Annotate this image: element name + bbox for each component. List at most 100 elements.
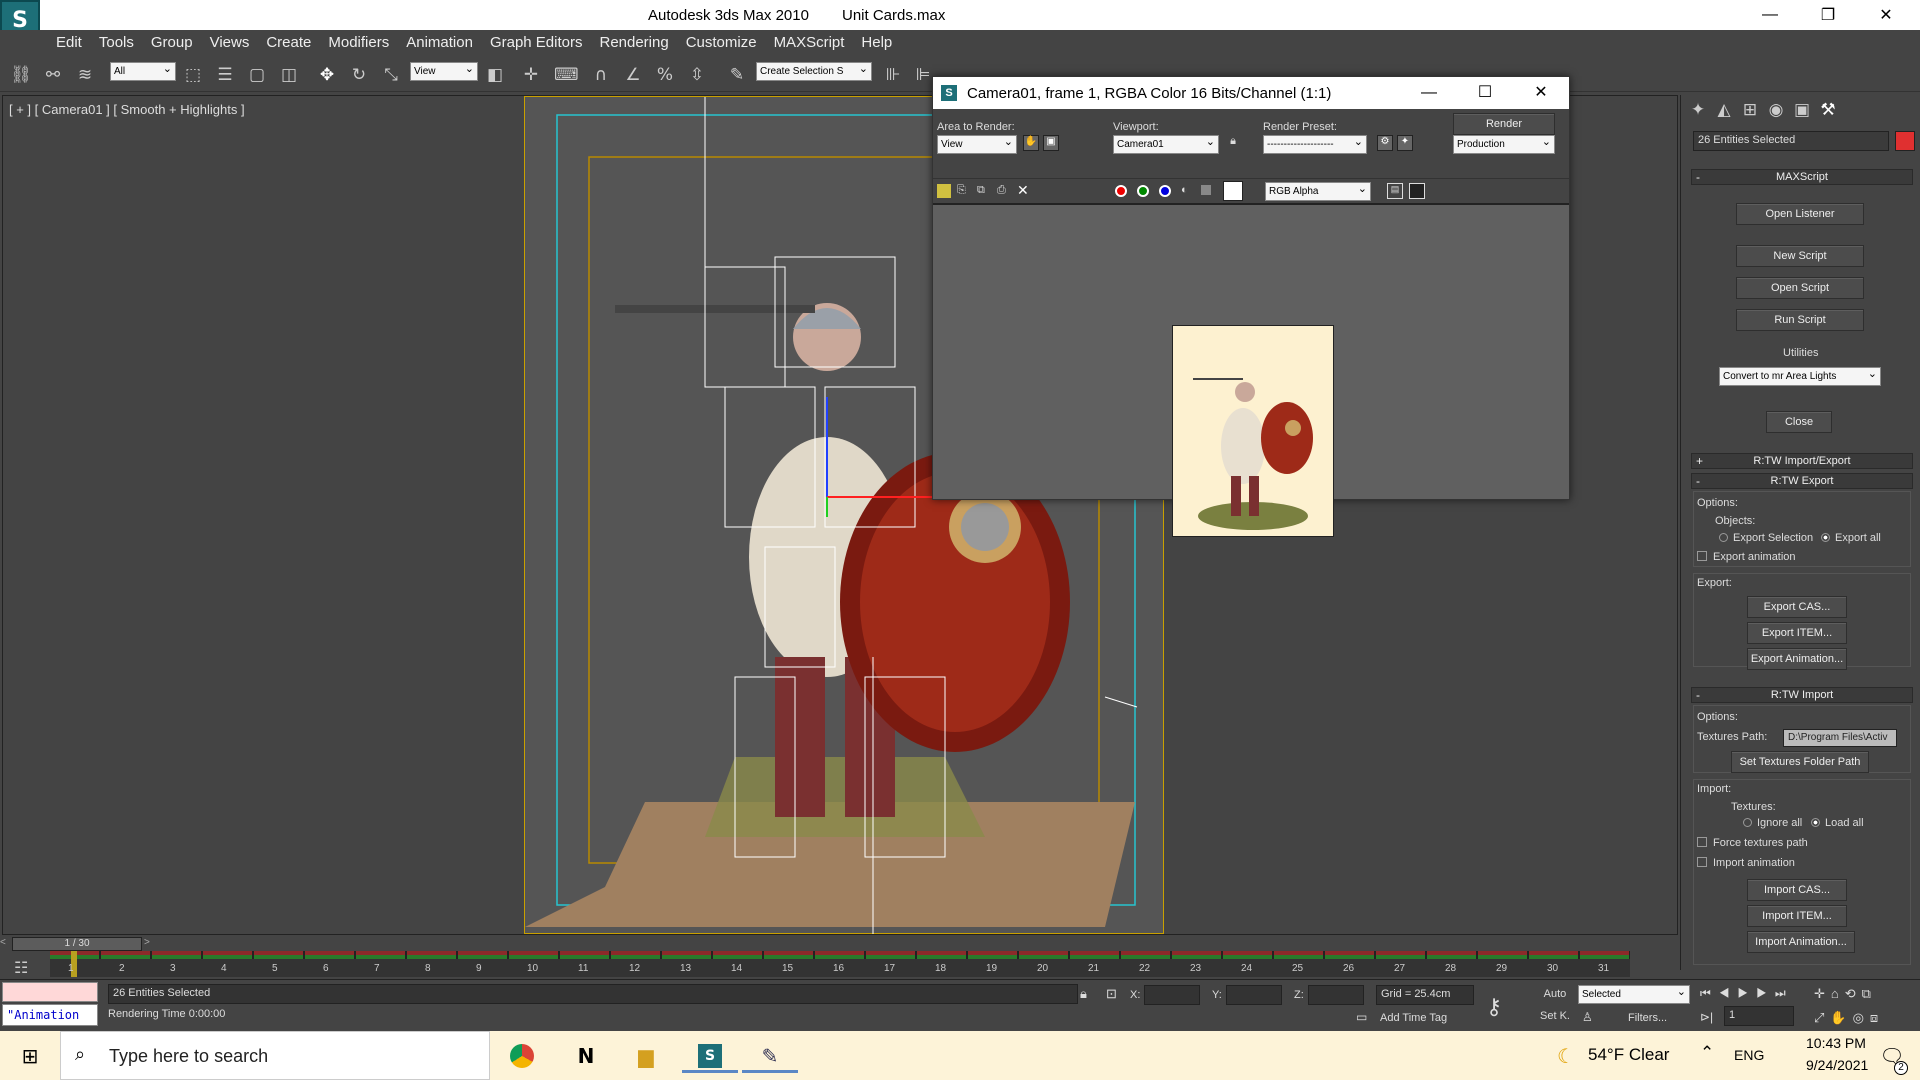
hierarchy-panel-icon[interactable]: ⊞ — [1739, 99, 1761, 121]
add-time-tag[interactable]: Add Time Tag — [1380, 1012, 1447, 1024]
time-tag-icon[interactable]: ▭ — [1356, 1010, 1367, 1024]
import-cas-button[interactable]: Import CAS... — [1747, 879, 1847, 901]
scale-icon[interactable]: ⤡ — [380, 64, 402, 86]
render-mode-dropdown[interactable]: Production — [1453, 135, 1555, 154]
rollout-rtw-import-export[interactable]: + R:TW Import/Export — [1691, 453, 1913, 469]
menu-create[interactable]: Create — [266, 30, 323, 56]
time-prev-icon[interactable]: < — [0, 937, 10, 951]
channel-display-dropdown[interactable]: RGB Alpha — [1265, 182, 1371, 201]
current-frame-field[interactable]: 1 — [1724, 1006, 1794, 1026]
import-item-button[interactable]: Import ITEM... — [1747, 905, 1847, 927]
utilities-panel-icon[interactable]: ⚒ — [1817, 99, 1839, 121]
area-to-render-dropdown[interactable]: View — [937, 135, 1017, 154]
snap-3d-icon[interactable]: ∩ — [590, 64, 612, 86]
render-setup-icon[interactable]: ⚙ — [1377, 135, 1393, 151]
percent-snap-icon[interactable]: % — [654, 64, 676, 86]
weather-text[interactable]: 54°F Clear — [1588, 1045, 1669, 1065]
menu-maxscript[interactable]: MAXScript — [774, 30, 857, 56]
key-mode-toggle-icon[interactable]: ⊳| — [1700, 1010, 1713, 1024]
open-listener-button[interactable]: Open Listener — [1736, 203, 1864, 225]
ref-coord-dropdown[interactable]: View — [410, 62, 478, 81]
track-bar[interactable]: 1 2 3 4 5 6 7 8 9 10 11 12 13 14 15 16 17 18 19 20 21 22 23 24 2… — [50, 951, 1630, 977]
red-channel-icon[interactable] — [1115, 185, 1127, 197]
restore-icon[interactable]: ❐ — [1800, 0, 1856, 30]
maxscript-listener-mini[interactable] — [2, 982, 98, 1002]
copy-image-icon[interactable]: ⎘ — [957, 184, 971, 198]
filters-button[interactable]: Filters... — [1628, 1012, 1667, 1024]
key-filter-dropdown[interactable]: Selected — [1578, 985, 1690, 1004]
export-all-radio[interactable]: Export all — [1821, 532, 1881, 544]
close-icon[interactable]: ✕ — [1858, 0, 1914, 30]
blue-channel-icon[interactable] — [1159, 185, 1171, 197]
run-script-button[interactable]: Run Script — [1736, 309, 1864, 331]
new-script-button[interactable]: New Script — [1736, 245, 1864, 267]
export-selection-radio[interactable]: Export Selection — [1719, 532, 1813, 544]
viewport-label[interactable]: [ + ] [ Camera01 ] [ Smooth + Highlights… — [9, 102, 245, 117]
x-coord-field[interactable] — [1144, 985, 1200, 1005]
minimize-icon[interactable]: — — [1401, 77, 1457, 109]
key-mode-icon[interactable]: ♙ — [1582, 1010, 1593, 1024]
edit-named-selection-icon[interactable]: ✎ — [726, 64, 748, 86]
open-script-button[interactable]: Open Script — [1736, 277, 1864, 299]
spinner-snap-icon[interactable]: ⇳ — [686, 64, 708, 86]
track-bar-toggle-icon[interactable]: ☷ — [14, 958, 34, 978]
load-all-radio[interactable]: Load all — [1811, 817, 1864, 829]
move-icon[interactable]: ✥ — [316, 64, 338, 86]
alpha-channel-icon[interactable]: ◐ — [1181, 184, 1193, 196]
viewport-nav-controls-2[interactable]: ⤢✋◎⧈ — [1814, 1010, 1884, 1026]
link-icon[interactable]: ⛓ — [10, 64, 32, 86]
display-panel-icon[interactable]: ▣ — [1791, 99, 1813, 121]
mirror-icon[interactable]: ⊪ — [882, 64, 904, 86]
object-color-swatch[interactable] — [1895, 131, 1915, 151]
selection-name-field[interactable]: 26 Entities Selected — [1693, 131, 1889, 151]
bind-space-warp-icon[interactable]: ≋ — [74, 64, 96, 86]
export-animation-button[interactable]: Export Animation... — [1747, 648, 1847, 670]
textures-path-field[interactable]: D:\Program Files\Activ — [1783, 729, 1897, 747]
select-object-icon[interactable]: ⬚ — [182, 64, 204, 86]
lock-icon[interactable]: 🔒︎ — [1225, 135, 1241, 151]
rollout-rtw-import[interactable]: - R:TW Import — [1691, 687, 1913, 703]
environment-icon[interactable]: ✦ — [1397, 135, 1413, 151]
align-icon[interactable]: ⊫ — [912, 64, 934, 86]
unlink-icon[interactable]: ⚯ — [42, 64, 64, 86]
edit-region-icon[interactable]: ✋ — [1023, 135, 1039, 151]
menu-tools[interactable]: Tools — [99, 30, 146, 56]
utilities-dropdown[interactable]: Convert to mr Area Lights — [1719, 367, 1881, 386]
language-indicator[interactable]: ENG — [1734, 1047, 1764, 1063]
clock-time[interactable]: 10:43 PM — [1806, 1035, 1866, 1051]
render-button[interactable]: Render — [1453, 113, 1555, 135]
minimize-icon[interactable]: — — [1742, 0, 1798, 30]
tool-app-icon[interactable]: ✎ — [742, 1039, 798, 1073]
3dsmax-taskbar-icon[interactable]: S — [682, 1039, 738, 1073]
rollout-rtw-export[interactable]: - R:TW Export — [1691, 473, 1913, 489]
set-key-icon[interactable]: ⚷ — [1486, 994, 1502, 1020]
clear-icon[interactable]: ✕ — [1017, 182, 1031, 198]
taskbar-search[interactable]: ⌕ Type here to search — [60, 1031, 490, 1080]
viewport-dropdown[interactable]: Camera01 — [1113, 135, 1219, 154]
create-panel-icon[interactable]: ✦ — [1687, 99, 1709, 121]
maxscript-mini-input[interactable]: "Animation — [2, 1004, 98, 1026]
rollout-maxscript[interactable]: - MAXScript — [1691, 169, 1913, 185]
time-slider[interactable]: 1 / 30 — [12, 937, 142, 951]
menu-animation[interactable]: Animation — [406, 30, 485, 56]
selection-filter-dropdown[interactable]: All — [110, 62, 176, 81]
export-item-button[interactable]: Export ITEM... — [1747, 622, 1847, 644]
menu-rendering[interactable]: Rendering — [599, 30, 680, 56]
select-by-name-icon[interactable]: ☰ — [214, 64, 236, 86]
force-textures-checkbox[interactable]: Force textures path — [1697, 837, 1808, 849]
absolute-mode-icon[interactable]: ⊡ — [1106, 986, 1117, 1002]
tray-chevron-icon[interactable]: ⌃ — [1700, 1043, 1714, 1063]
time-next-icon[interactable]: > — [144, 937, 154, 951]
notion-icon[interactable]: N — [568, 1039, 604, 1073]
keyboard-shortcut-icon[interactable]: ⌨ — [554, 64, 579, 86]
selection-region-icon[interactable]: ▢ — [246, 64, 268, 86]
motion-panel-icon[interactable]: ◉ — [1765, 99, 1787, 121]
auto-key-button[interactable]: Auto — [1536, 984, 1574, 1004]
window-crossing-icon[interactable]: ◫ — [278, 64, 300, 86]
export-cas-button[interactable]: Export CAS... — [1747, 596, 1847, 618]
close-icon[interactable]: ✕ — [1513, 77, 1569, 109]
set-textures-folder-button[interactable]: Set Textures Folder Path — [1731, 751, 1869, 773]
angle-snap-icon[interactable]: ∠ — [622, 64, 644, 86]
menu-help[interactable]: Help — [861, 30, 904, 56]
import-animation-checkbox[interactable]: Import animation — [1697, 857, 1795, 869]
